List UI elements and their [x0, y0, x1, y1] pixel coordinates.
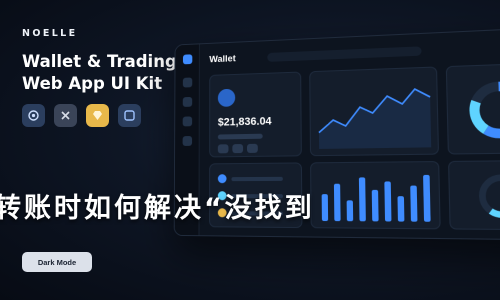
swap-icon — [247, 144, 258, 153]
dark-mode-toggle[interactable]: Dark Mode — [22, 252, 92, 272]
list-item — [218, 173, 283, 184]
brand-block: NOELLE — [22, 28, 78, 39]
sidebar-logo-icon — [183, 54, 192, 64]
balance-card: $21,836.04 — [209, 72, 302, 158]
send-icon — [218, 144, 229, 153]
headline: Wallet & Trading Web App UI Kit — [22, 51, 177, 94]
xd-icon — [54, 104, 77, 127]
line-chart-graphic — [310, 67, 440, 157]
mockup-title: Wallet — [209, 53, 235, 65]
sidebar-wallet-icon — [183, 97, 192, 107]
brand-name: NOELLE — [22, 28, 78, 39]
photoshop-icon — [118, 104, 141, 127]
dark-mode-label: Dark Mode — [38, 258, 76, 267]
balance-amount: $21,836.04 — [218, 115, 272, 128]
headline-line1: Wallet & Trading — [22, 51, 177, 73]
figma-icon — [22, 104, 45, 127]
line-chart-card — [309, 66, 439, 156]
coin-icon — [218, 174, 227, 183]
headline-line2: Web App UI Kit — [22, 73, 177, 95]
balance-actions — [218, 144, 258, 154]
coin-icon — [218, 89, 235, 107]
receive-icon — [232, 144, 243, 153]
sidebar-chart-icon — [183, 116, 192, 126]
tool-icons — [22, 104, 141, 127]
mockup-search-bar — [267, 46, 421, 62]
sketch-icon — [86, 104, 109, 127]
caption-text: 转账时如何解决“没找到 — [0, 186, 500, 225]
donut-chart-graphic — [447, 63, 500, 155]
donut-card — [446, 62, 500, 154]
sidebar-home-icon — [183, 78, 192, 88]
sidebar-settings-icon — [183, 136, 192, 146]
balance-subline — [218, 134, 263, 140]
